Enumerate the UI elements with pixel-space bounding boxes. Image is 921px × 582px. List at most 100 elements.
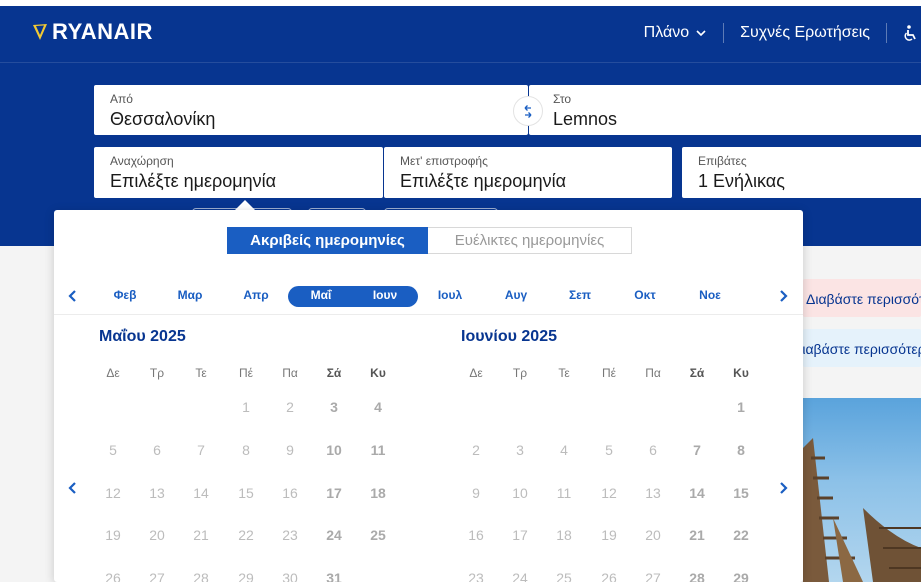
calendar-day[interactable]: 23 [275, 527, 305, 543]
ryanair-logo[interactable]: RYANAIR [32, 19, 153, 44]
calendar-day[interactable]: 7 [682, 442, 712, 458]
calendar-day[interactable]: 21 [186, 527, 216, 543]
calendar-day[interactable]: 27 [638, 570, 668, 582]
calendar-day[interactable]: 2 [275, 399, 305, 415]
return-date-field[interactable]: Μετ' επιστροφής Επιλέξτε ημερομηνία [384, 147, 672, 198]
calendar-day[interactable]: 10 [505, 485, 535, 501]
calendar-day[interactable]: 20 [638, 527, 668, 543]
calendar-day[interactable]: 9 [461, 485, 491, 501]
calendar-day[interactable]: 1 [726, 399, 756, 415]
flexible-dates-tab[interactable]: Ευέλικτες ημερομηνίες [428, 227, 632, 254]
calendar-day[interactable]: 10 [319, 442, 349, 458]
calendar-day[interactable]: 29 [726, 570, 756, 582]
calendar-day[interactable]: 21 [682, 527, 712, 543]
month-feb[interactable]: Φεβ [114, 284, 137, 306]
from-field[interactable]: Από Θεσσαλονίκη [94, 85, 528, 135]
weekday-label: Σά [326, 366, 342, 380]
calendar-day[interactable]: 22 [726, 527, 756, 543]
return-label: Μετ' επιστροφής [400, 154, 488, 168]
calendar-day[interactable]: 11 [549, 485, 579, 501]
calendar-next-icon[interactable] [776, 481, 790, 495]
calendar-day[interactable]: 19 [594, 527, 624, 543]
calendar-day[interactable]: 23 [461, 570, 491, 582]
calendar-day[interactable]: 28 [682, 570, 712, 582]
calendar-day[interactable]: 6 [142, 442, 172, 458]
month-jun[interactable]: Ιουν [373, 284, 397, 306]
top-nav: Πλάνο Συχνές Ερωτήσεις [628, 20, 921, 46]
calendar-day[interactable]: 9 [275, 442, 305, 458]
passengers-field[interactable]: Επιβάτες 1 Ενήλικας [682, 147, 921, 198]
to-field[interactable]: Στο Lemnos [529, 85, 921, 135]
calendar-day[interactable]: 31 [319, 570, 349, 582]
weekday-label: Πέ [238, 366, 253, 380]
calendar-day[interactable]: 18 [549, 527, 579, 543]
calendar-day[interactable]: 26 [594, 570, 624, 582]
calendar-day[interactable]: 4 [549, 442, 579, 458]
calendar-day[interactable]: 25 [363, 527, 393, 543]
calendar-day[interactable]: 27 [142, 570, 172, 582]
calendar-day[interactable]: 17 [319, 485, 349, 501]
promo-banner-2[interactable]: Διαβάστε περισσότερα [803, 329, 921, 367]
weekday-label: Δε [469, 366, 483, 380]
calendar-day[interactable]: 20 [142, 527, 172, 543]
calendar-divider [54, 314, 803, 315]
calendar-day[interactable]: 24 [319, 527, 349, 543]
calendar-day[interactable]: 15 [231, 485, 261, 501]
month-apr[interactable]: Απρ [243, 284, 268, 306]
calendar-day[interactable]: 14 [682, 485, 712, 501]
calendar-day[interactable]: 3 [505, 442, 535, 458]
nav-accessibility[interactable] [887, 23, 921, 43]
month-prev-icon[interactable] [66, 289, 80, 303]
calendar-day[interactable]: 12 [594, 485, 624, 501]
month-sep[interactable]: Σεπ [569, 284, 591, 306]
calendar-day[interactable]: 7 [186, 442, 216, 458]
calendar-day[interactable]: 4 [363, 399, 393, 415]
calendar-day[interactable]: 24 [505, 570, 535, 582]
harp-icon [33, 24, 47, 40]
month-oct[interactable]: Οκτ [634, 284, 655, 306]
calendar-day[interactable]: 19 [98, 527, 128, 543]
calendar-day[interactable]: 15 [726, 485, 756, 501]
nav-plan-label: Πλάνο [643, 24, 690, 41]
weekday-label: Πα [282, 366, 298, 380]
calendar-day[interactable]: 12 [98, 485, 128, 501]
calendar-day[interactable]: 17 [505, 527, 535, 543]
calendar-day[interactable]: 3 [319, 399, 349, 415]
calendar-day[interactable]: 6 [638, 442, 668, 458]
calendar-day[interactable]: 5 [98, 442, 128, 458]
month-mar[interactable]: Μαρ [178, 284, 203, 306]
nav-plan[interactable]: Πλάνο [628, 23, 725, 43]
nav-faq[interactable]: Συχνές Ερωτήσεις [724, 23, 887, 43]
month-jul[interactable]: Ιουλ [438, 284, 462, 306]
departure-date-field[interactable]: Αναχώρηση Επιλέξτε ημερομηνία [94, 147, 383, 198]
month-may[interactable]: Μαΐ [311, 284, 332, 306]
calendar-day[interactable]: 25 [549, 570, 579, 582]
month-nov[interactable]: Νοε [699, 284, 721, 306]
calendar-day[interactable]: 16 [275, 485, 305, 501]
calendar-day[interactable]: 18 [363, 485, 393, 501]
calendar-day[interactable]: 29 [231, 570, 261, 582]
calendar-day[interactable]: 16 [461, 527, 491, 543]
month-aug[interactable]: Αυγ [505, 284, 527, 306]
promo-banner-1[interactable]: Διαβάστε περισσότερα [803, 279, 921, 317]
calendar-day[interactable]: 2 [461, 442, 491, 458]
passengers-value: 1 Ενήλικας [698, 171, 785, 191]
calendar-day[interactable]: 5 [594, 442, 624, 458]
swap-airports-button[interactable] [513, 96, 543, 126]
calendar-day[interactable]: 28 [186, 570, 216, 582]
calendar-day[interactable]: 8 [231, 442, 261, 458]
calendar-day[interactable]: 14 [186, 485, 216, 501]
calendar-day[interactable]: 11 [363, 442, 393, 458]
date-mode-toggle: Ακριβείς ημερομηνίες Ευέλικτες ημερομηνί… [227, 227, 632, 254]
month-next-icon[interactable] [776, 289, 790, 303]
calendar-day[interactable]: 1 [231, 399, 261, 415]
calendar-prev-icon[interactable] [66, 481, 80, 495]
calendar-day[interactable]: 26 [98, 570, 128, 582]
calendar-day[interactable]: 22 [231, 527, 261, 543]
exact-dates-tab[interactable]: Ακριβείς ημερομηνίες [227, 227, 428, 254]
calendar-day[interactable]: 13 [638, 485, 668, 501]
calendar-day[interactable]: 13 [142, 485, 172, 501]
accessibility-icon [904, 25, 916, 41]
calendar-day[interactable]: 30 [275, 570, 305, 582]
calendar-day[interactable]: 8 [726, 442, 756, 458]
